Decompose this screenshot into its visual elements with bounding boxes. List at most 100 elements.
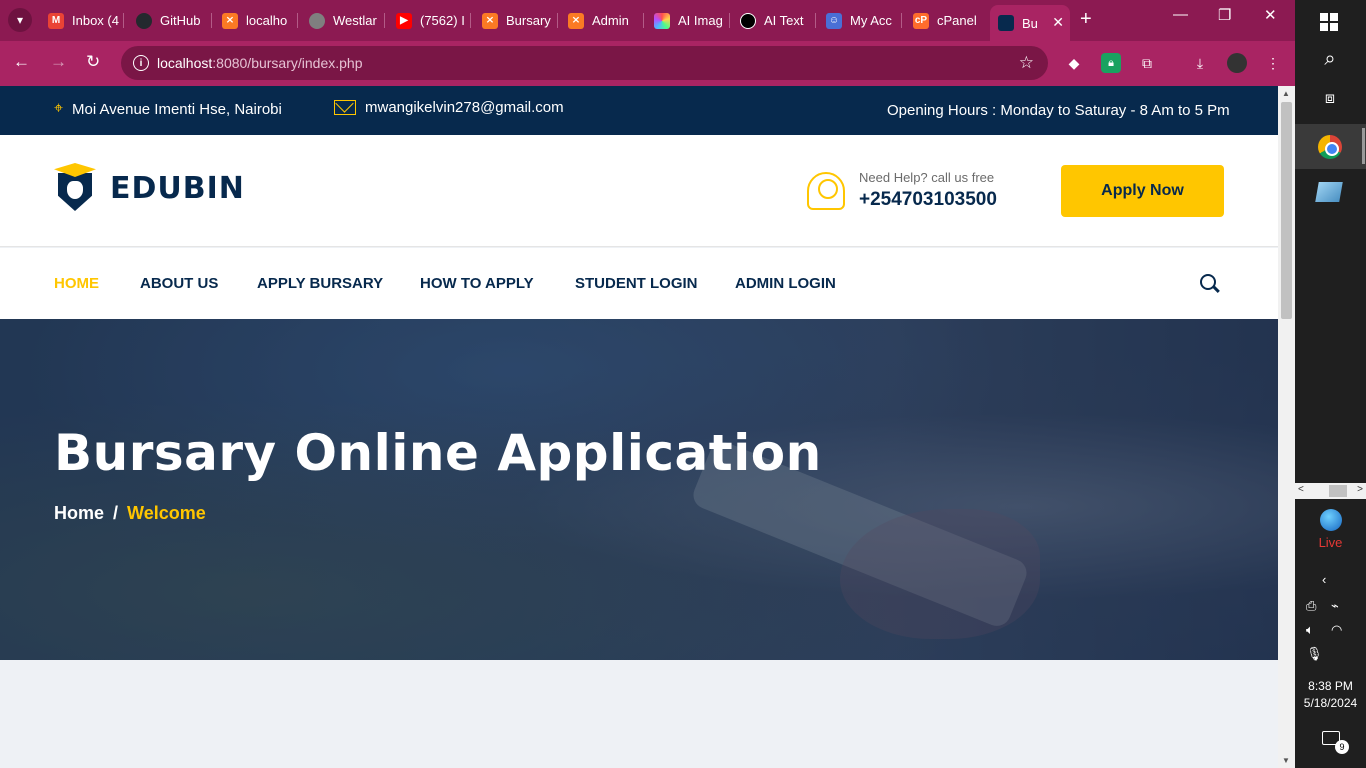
logo-text: EDUBIN	[110, 170, 245, 206]
edubin-icon	[998, 15, 1014, 31]
hours-text: Opening Hours : Monday to Saturay - 8 Am…	[887, 102, 1230, 119]
search-taskbar-icon[interactable]: ⌕	[1318, 48, 1342, 71]
tab-separator	[815, 13, 816, 28]
tab-github[interactable]: GitHub	[128, 6, 200, 35]
close-tab-icon[interactable]: ✕	[1052, 14, 1064, 31]
forward-button[interactable]: →	[50, 52, 67, 72]
tab-westlands[interactable]: Westlar	[301, 6, 377, 35]
apply-now-button[interactable]: Apply Now	[1061, 165, 1224, 217]
xampp-icon: ⨯	[568, 12, 584, 29]
tab-separator	[384, 13, 385, 28]
reload-button[interactable]: ↻	[86, 52, 100, 72]
opening-hours: Opening Hours : Monday to Saturay - 8 Am…	[887, 102, 1230, 119]
maximize-button[interactable]: ❐	[1218, 6, 1231, 24]
tab-separator	[729, 13, 730, 28]
tab-localhost[interactable]: ⨯ localho	[214, 6, 292, 35]
live-widget[interactable]: Live	[1295, 509, 1366, 550]
password-manager-icon[interactable]: 🔒︎	[1101, 53, 1121, 73]
globe-icon	[309, 12, 325, 29]
notification-badge: 9	[1335, 740, 1349, 754]
taskbar-scrollbar[interactable]: < >	[1295, 483, 1366, 499]
tab-cpanel[interactable]: cP cPanel	[905, 6, 981, 35]
chevron-left-icon[interactable]: ‹	[1322, 572, 1326, 587]
email-item[interactable]: mwangikelvin278@gmail.com	[334, 99, 564, 116]
tab-separator	[643, 13, 644, 28]
system-clock[interactable]: 8:38 PM 5/18/2024	[1295, 678, 1366, 712]
breadcrumb-home[interactable]: Home	[54, 503, 104, 524]
nav-admin-login[interactable]: ADMIN LOGIN	[735, 275, 836, 292]
tab-label: cPanel	[937, 13, 977, 28]
back-button[interactable]: ←	[13, 52, 30, 72]
scroll-up-arrow-icon[interactable]: ▲	[1282, 89, 1290, 98]
camera-icon[interactable]: ⎙	[1306, 598, 1316, 614]
address-text: Moi Avenue Imenti Hse, Nairobi	[72, 100, 282, 118]
tab-ai-image[interactable]: AI Imag	[646, 6, 724, 35]
chrome-app-icon[interactable]	[1318, 135, 1342, 159]
nav-home[interactable]: HOME	[54, 275, 99, 292]
help-phone[interactable]: +254703103500	[859, 189, 997, 211]
wifi-icon[interactable]: ◠	[1331, 622, 1342, 638]
pinned-app-icon[interactable]	[1315, 182, 1343, 202]
tab-my-account[interactable]: ☺ My Acc	[818, 6, 896, 35]
tab-gmail[interactable]: M Inbox (4	[40, 6, 120, 35]
tab-separator	[470, 13, 471, 28]
address-bar[interactable]: i localhost:8080/bursary/index.php ☆	[121, 46, 1048, 80]
contact-topbar: ⌖ Moi Avenue Imenti Hse, Nairobi mwangik…	[0, 86, 1278, 135]
tab-label: AI Text	[764, 13, 804, 28]
scroll-right-arrow-icon[interactable]: >	[1357, 484, 1363, 495]
scroll-left-arrow-icon[interactable]: <	[1298, 484, 1304, 495]
tab-label: localho	[246, 13, 288, 28]
tab-search-button[interactable]: ▾	[8, 8, 32, 32]
nav-about-us[interactable]: ABOUT US	[140, 275, 218, 292]
tab-label: Inbox (4	[72, 13, 119, 28]
profile-avatar[interactable]	[1227, 53, 1247, 73]
envelope-icon	[334, 100, 356, 115]
site-info-icon[interactable]: i	[133, 55, 149, 71]
bookmark-star-icon[interactable]: ☆	[1019, 53, 1034, 73]
tab-label: Bursary	[506, 13, 551, 28]
url-host: localhost	[157, 55, 213, 71]
nav-how-to-apply[interactable]: HOW TO APPLY	[420, 275, 534, 292]
tab-ai-text[interactable]: AI Text	[732, 6, 810, 35]
scrollbar-thumb[interactable]	[1281, 102, 1292, 319]
help-contact: Need Help? call us free +254703103500	[807, 170, 997, 211]
xampp-icon: ⨯	[482, 12, 498, 29]
volume-icon[interactable]: 🔈︎	[1306, 622, 1314, 638]
close-window-button[interactable]: ✕	[1264, 6, 1277, 24]
tab-label: Westlar	[333, 13, 377, 28]
email-text[interactable]: mwangikelvin278@gmail.com	[365, 99, 564, 116]
download-icon[interactable]: ⤓	[1190, 53, 1210, 73]
tab-separator	[297, 13, 298, 28]
hero-banner: Bursary Online Application Home / Welcom…	[0, 319, 1278, 660]
tab-label: GitHub	[160, 13, 200, 28]
new-tab-button[interactable]: +	[1080, 9, 1092, 29]
nav-student-login[interactable]: STUDENT LOGIN	[575, 275, 698, 292]
task-view-icon[interactable]: ⧈	[1318, 90, 1342, 108]
live-label: Live	[1318, 535, 1343, 550]
nav-apply-bursary[interactable]: APPLY BURSARY	[257, 275, 383, 292]
taskbar-scroll-thumb[interactable]	[1329, 485, 1347, 497]
tab-admin[interactable]: ⨯ Admin	[560, 6, 640, 35]
tab-bursary[interactable]: ⨯ Bursary	[474, 6, 554, 35]
tab-current[interactable]: Bu ✕	[990, 5, 1070, 41]
search-icon[interactable]	[1200, 274, 1216, 290]
tab-separator	[123, 13, 124, 28]
url-text[interactable]: localhost:8080/bursary/index.php	[157, 55, 362, 71]
microphone-icon[interactable]: 🎙︎	[1306, 646, 1323, 662]
page-scrollbar[interactable]: ▲ ▼	[1278, 86, 1295, 768]
tab-separator	[211, 13, 212, 28]
extension-icon[interactable]: ◆	[1064, 53, 1084, 73]
battery-icon[interactable]: ⌁	[1331, 598, 1339, 614]
tab-strip: ▾ M Inbox (4 GitHub ⨯ localho Westlar ▶ …	[0, 0, 1295, 41]
scroll-down-arrow-icon[interactable]: ▼	[1282, 756, 1290, 765]
browser-window: ▾ M Inbox (4 GitHub ⨯ localho Westlar ▶ …	[0, 0, 1295, 768]
site-logo[interactable]: EDUBIN	[54, 163, 245, 213]
breadcrumb: Home / Welcome	[54, 503, 206, 524]
puzzle-extensions-icon[interactable]: ⧉	[1137, 53, 1157, 73]
windows-start-icon[interactable]	[1320, 13, 1338, 31]
url-path: :8080/bursary/index.php	[212, 55, 363, 71]
minimize-button[interactable]: —	[1173, 6, 1188, 23]
menu-kebab-icon[interactable]: ⋮	[1263, 53, 1283, 73]
tab-separator	[901, 13, 902, 28]
tab-youtube[interactable]: ▶ (7562) I	[388, 6, 464, 35]
